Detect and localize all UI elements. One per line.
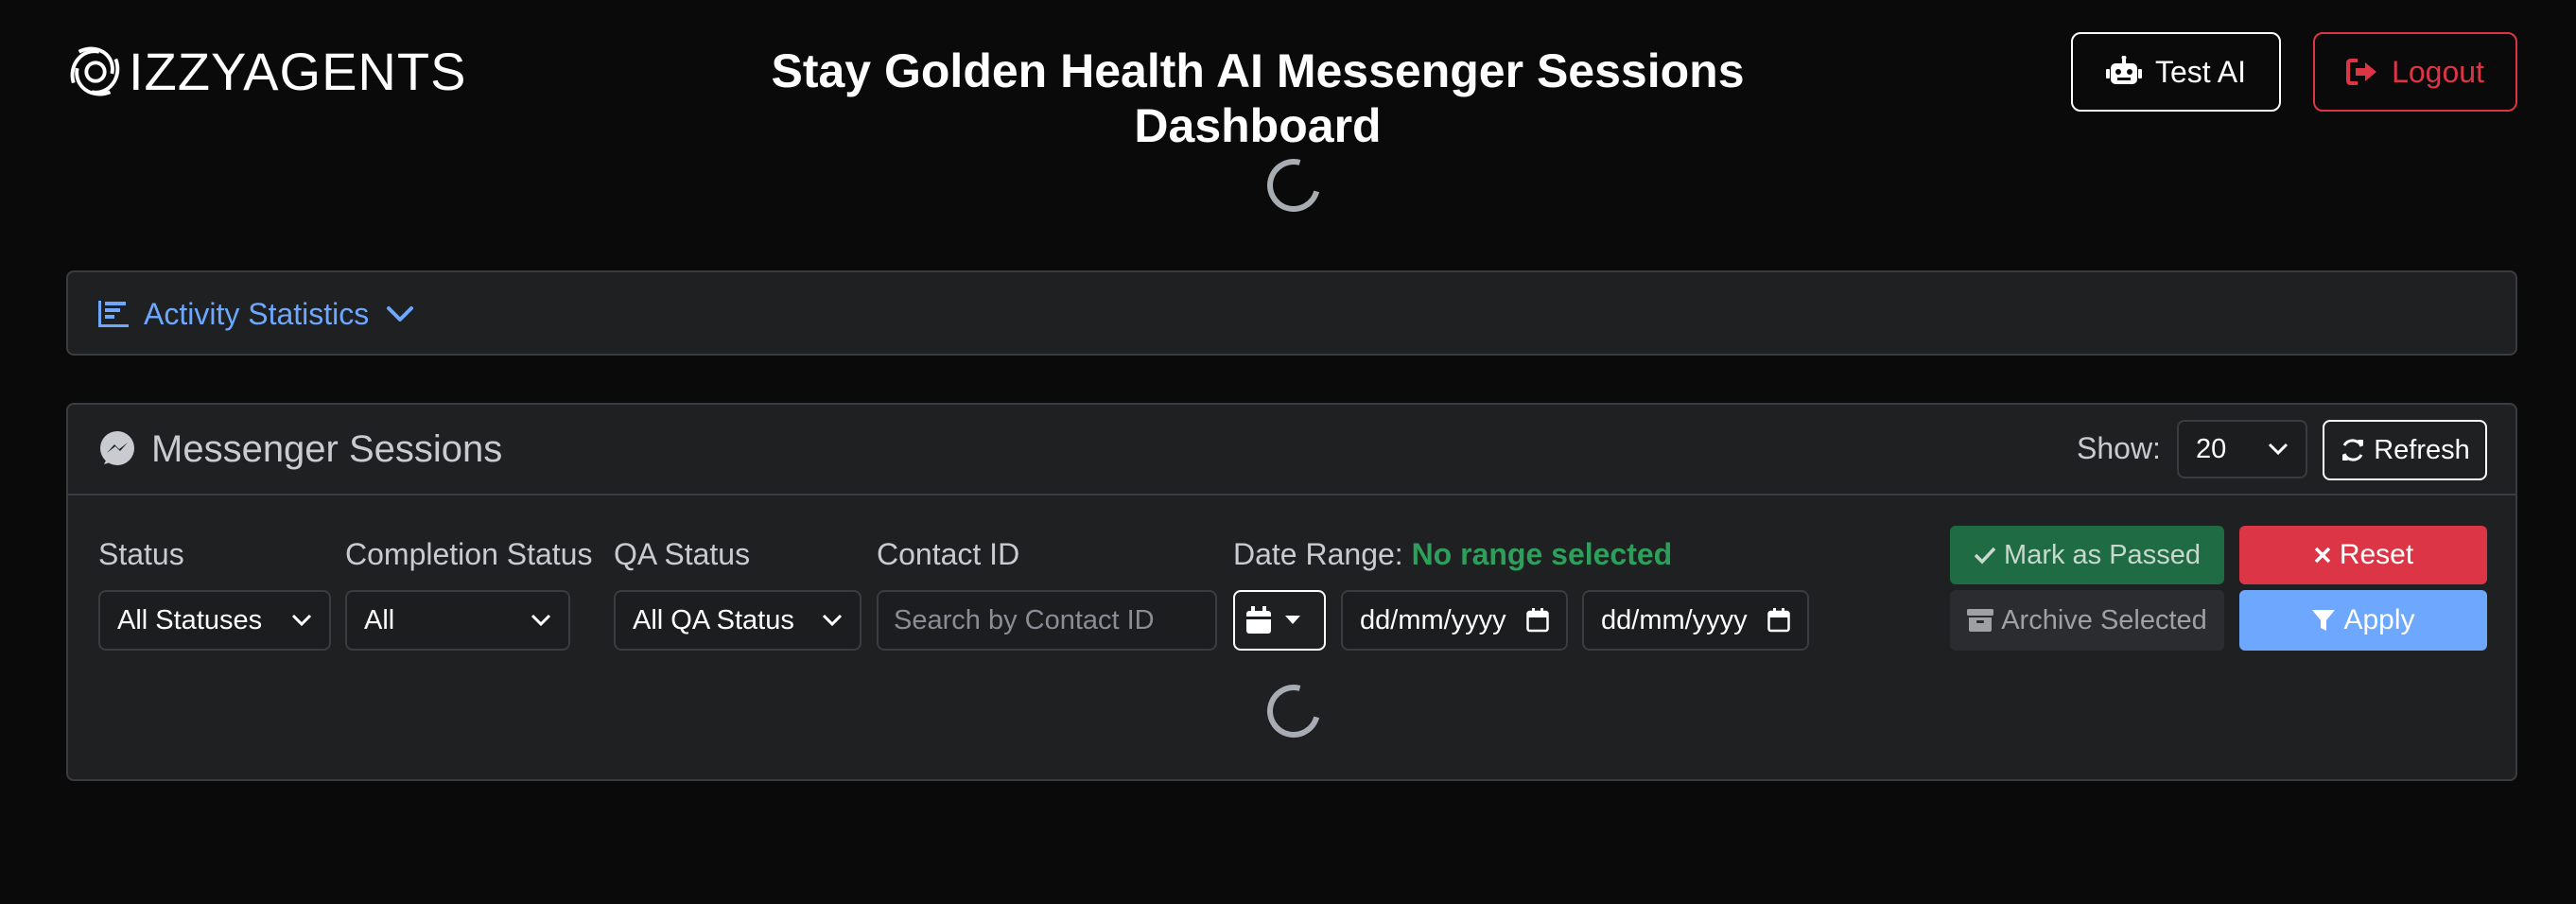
end-date-input[interactable]: dd/mm/yyyy <box>1582 590 1809 651</box>
archive-selected-label: Archive Selected <box>2001 604 2207 635</box>
logo-mark-icon <box>70 46 120 96</box>
refresh-label: Refresh <box>2374 434 2470 465</box>
messenger-icon <box>100 431 134 465</box>
completion-status-select[interactable]: All <box>345 590 570 651</box>
status-filter-label: Status <box>98 537 184 571</box>
activity-statistics-toggle[interactable]: Activity Statistics <box>98 293 414 335</box>
refresh-icon <box>2342 439 2364 461</box>
logo: IZZYAGENTS <box>66 42 466 102</box>
chevron-down-icon <box>822 614 843 627</box>
status-select-value: All Statuses <box>117 604 263 635</box>
test-ai-label: Test AI <box>2154 54 2247 89</box>
messenger-sessions-title: Messenger Sessions <box>98 426 502 473</box>
card-header-divider <box>68 494 2515 495</box>
date-range-status: No range selected <box>1411 537 1673 571</box>
calendar-icon <box>1526 608 1549 633</box>
refresh-button[interactable]: Refresh <box>2323 420 2487 480</box>
calendar-icon <box>1767 608 1790 633</box>
show-label: Show: <box>2077 431 2161 465</box>
test-ai-button[interactable]: Test AI <box>2071 32 2281 112</box>
messenger-sessions-label: Messenger Sessions <box>151 427 503 470</box>
chevron-down-icon <box>291 614 312 627</box>
contact-id-search-input[interactable] <box>877 590 1217 651</box>
chevron-down-icon <box>387 306 414 322</box>
status-select[interactable]: All Statuses <box>98 590 331 651</box>
start-date-placeholder: dd/mm/yyyy <box>1360 604 1506 635</box>
date-range-picker-button[interactable] <box>1233 590 1326 651</box>
chart-bar-icon <box>98 301 129 327</box>
logo-text: IZZYAGENTS <box>129 42 467 101</box>
filter-icon <box>2312 610 2336 631</box>
activity-statistics-label: Activity Statistics <box>144 296 370 331</box>
logout-button[interactable]: Logout <box>2313 32 2517 112</box>
apply-button[interactable]: Apply <box>2239 590 2487 651</box>
check-icon <box>1974 547 1996 565</box>
chevron-down-icon <box>531 614 551 627</box>
loading-spinner <box>1257 148 1331 222</box>
page-size-select[interactable]: 20 <box>2177 420 2307 478</box>
apply-label: Apply <box>2343 604 2415 635</box>
completion-status-filter-label: Completion Status <box>345 537 593 571</box>
date-range-filter-label: Date Range: No range selected <box>1233 537 1672 572</box>
start-date-input[interactable]: dd/mm/yyyy <box>1341 590 1568 651</box>
date-range-label: Date Range: <box>1233 537 1403 571</box>
sign-out-icon <box>2346 59 2377 85</box>
reset-label: Reset <box>2339 539 2414 570</box>
qa-status-filter-label: QA Status <box>614 537 751 571</box>
reset-button[interactable]: Reset <box>2239 526 2487 584</box>
mark-as-passed-button[interactable]: Mark as Passed <box>1950 526 2224 584</box>
robot-icon <box>2105 56 2142 84</box>
completion-status-select-value: All <box>364 604 395 635</box>
activity-statistics-card <box>66 270 2517 356</box>
qa-status-select-value: All QA Status <box>633 604 794 635</box>
calendar-icon <box>1246 606 1271 634</box>
end-date-placeholder: dd/mm/yyyy <box>1601 604 1748 635</box>
qa-status-select[interactable]: All QA Status <box>614 590 862 651</box>
contact-id-filter-label: Contact ID <box>877 537 1020 571</box>
mark-as-passed-label: Mark as Passed <box>2004 539 2201 570</box>
archive-icon <box>1967 609 1994 632</box>
close-icon <box>2314 547 2331 564</box>
archive-selected-button[interactable]: Archive Selected <box>1950 590 2224 651</box>
logout-label: Logout <box>2392 54 2484 89</box>
caret-down-icon <box>1285 616 1300 624</box>
chevron-down-icon <box>2268 443 2289 456</box>
page-size-value: 20 <box>2196 433 2227 464</box>
page-title: Stay Golden Health AI Messenger Sessions… <box>771 44 1745 152</box>
